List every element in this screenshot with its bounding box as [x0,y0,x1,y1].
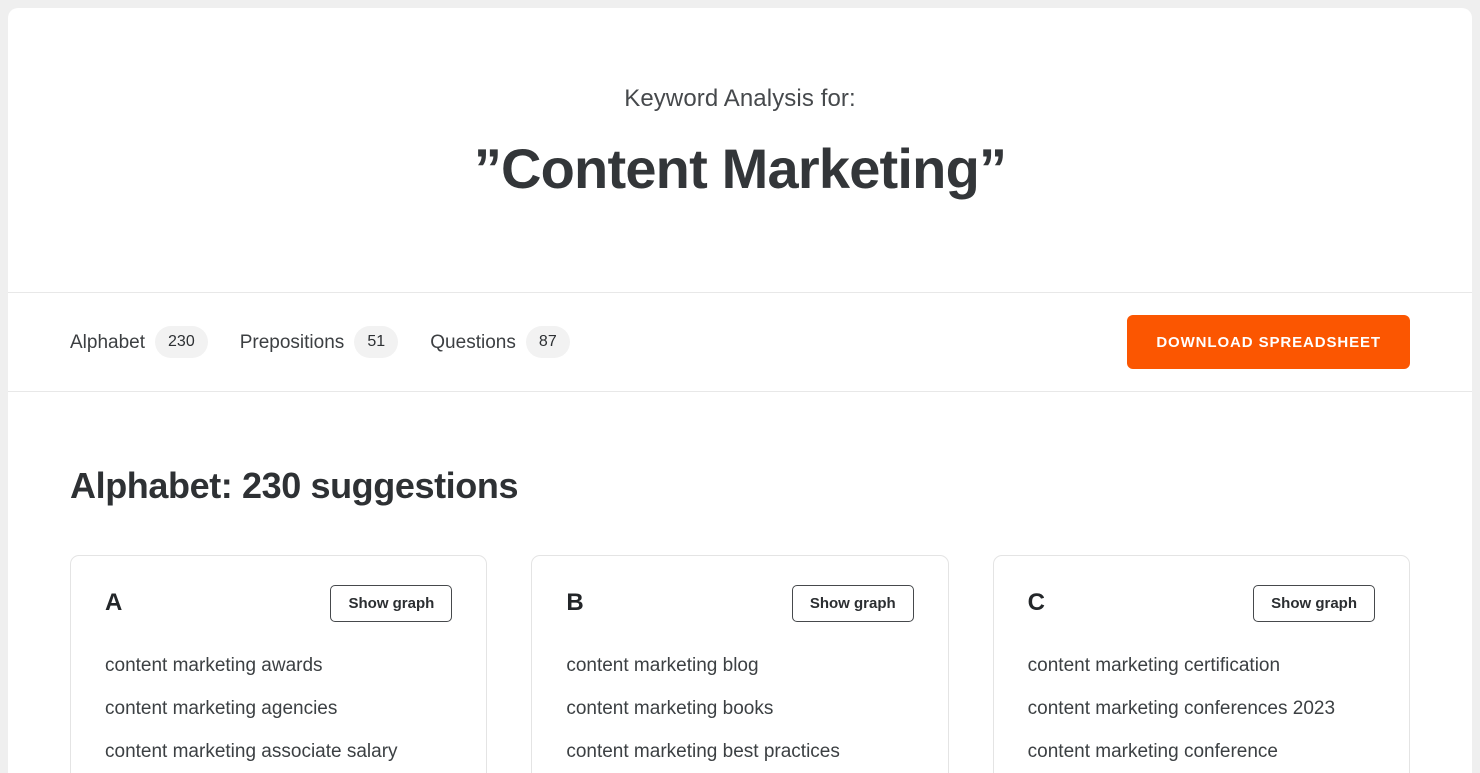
tab-bar: Alphabet 230 Prepositions 51 Questions 87 DOW… [8,293,1472,392]
list-item[interactable]: content marketing awards [105,650,452,687]
suggestion-list: content marketing blog content marketing … [566,650,913,773]
download-spreadsheet-button[interactable]: DOWNLOAD SPREADSHEET [1127,315,1410,369]
list-item[interactable]: content marketing agencies [105,693,452,730]
page-title: ”Content Marketing” [473,137,1007,200]
tab-label: Prepositions [239,331,345,353]
tab-count-badge: 51 [354,326,399,358]
list-item[interactable]: content marketing conferences 2023 [1028,693,1375,730]
list-item[interactable]: content marketing certification [1028,650,1375,687]
tab-count-badge: 230 [155,326,208,358]
list-item[interactable]: content marketing associate salary [105,736,452,773]
list-item[interactable]: content marketing conference [1028,736,1375,773]
card-letter: A [105,589,123,616]
card-header: B Show graph [566,582,914,624]
section-title: Alphabet: 230 suggestions [70,465,519,506]
card-header: A Show graph [105,582,453,624]
show-graph-button[interactable]: Show graph [1253,584,1375,622]
suggestion-card: B Show graph content marketing blog content… [531,555,949,773]
tab-label: Questions [430,331,516,353]
hero-header: Keyword Analysis for: ”Content Marketing… [8,8,1472,293]
card-letter: B [566,589,584,616]
list-item[interactable]: content marketing blog [566,650,913,687]
suggestion-list: content marketing certification content m… [1028,650,1375,773]
tab-label: Alphabet [70,331,146,353]
card-header: C Show graph [1028,582,1375,624]
tab-prepositions[interactable]: Prepositions 51 [240,326,399,358]
tab-alphabet[interactable]: Alphabet 230 [70,326,208,358]
suggestion-card: C Show graph content marketing certificati… [992,555,1410,773]
hero-eyebrow: Keyword Analysis for: [624,85,856,112]
show-graph-button[interactable]: Show graph [791,584,914,622]
card-letter: C [1027,589,1045,616]
tab-count-badge: 87 [525,326,570,358]
tab-questions[interactable]: Questions 87 [430,326,570,358]
list-item[interactable]: content marketing best practices [566,736,913,773]
page-container: Keyword Analysis for: ”Content Marketing… [8,8,1472,773]
suggestion-card: A Show graph content marketing awards conte… [70,555,488,773]
show-graph-button[interactable]: Show graph [330,584,453,622]
tab-list: Alphabet 230 Prepositions 51 Questions 87 [70,326,1127,358]
suggestion-list: content marketing awards content marketin… [105,650,452,773]
list-item[interactable]: content marketing books [566,693,913,730]
suggestion-card-grid: A Show graph content marketing awards conte… [70,555,1410,773]
main-content: Alphabet: 230 suggestions A Show graph con… [8,465,1472,773]
